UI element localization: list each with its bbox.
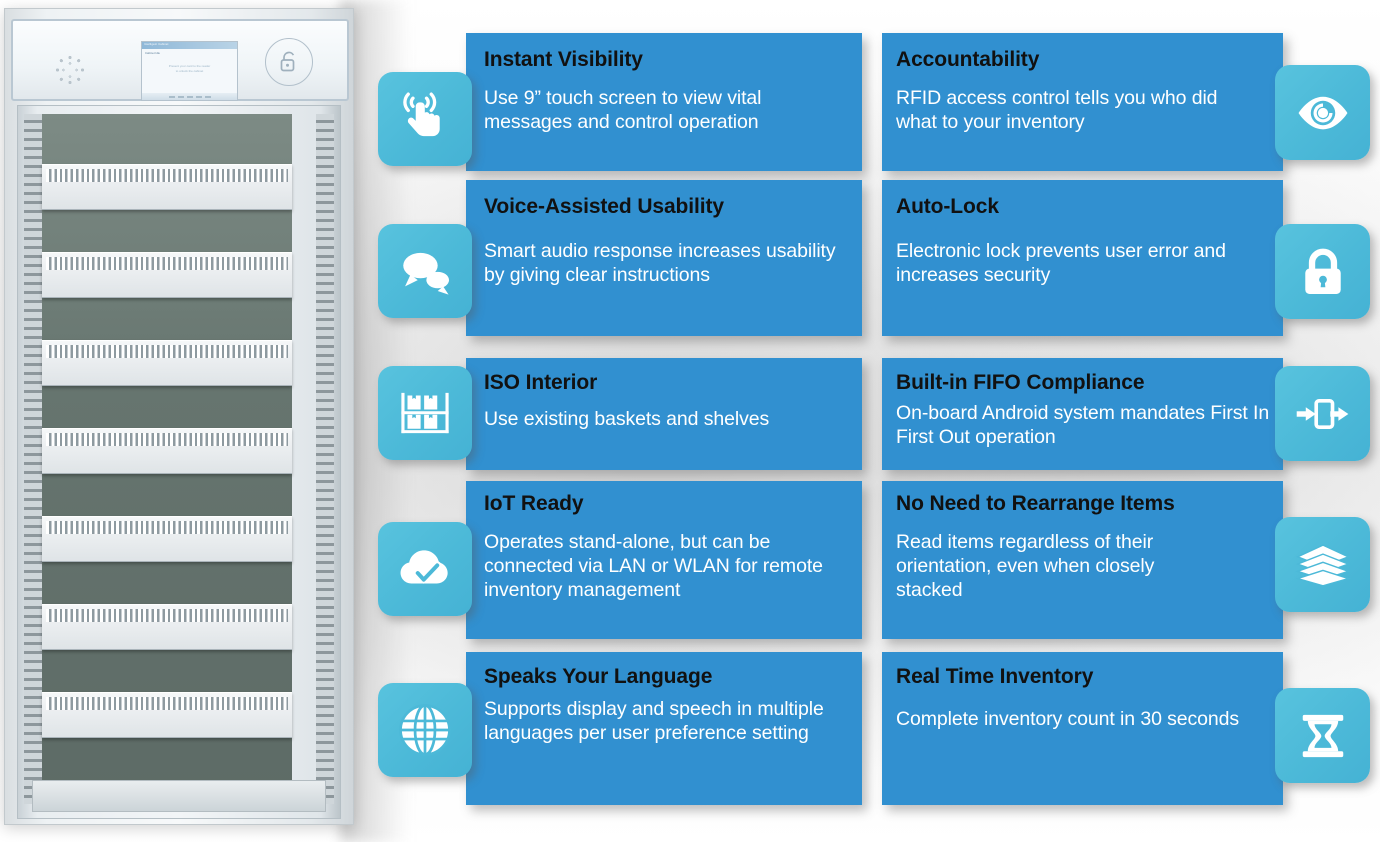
feature-title: Auto-Lock xyxy=(896,195,999,218)
feature-description: RFID access control tells you who did wh… xyxy=(896,87,1218,133)
feature-title: IoT Ready xyxy=(484,492,584,515)
screen-message: Present your card to the reader to unloc… xyxy=(142,57,237,74)
feature-title: Speaks Your Language xyxy=(484,665,713,688)
iso-basket-drawer[interactable] xyxy=(42,340,292,386)
iso-basket-drawer[interactable] xyxy=(42,164,292,210)
padlock-closed-icon xyxy=(1275,224,1370,319)
cloud-check-icon xyxy=(378,522,472,616)
feature-description: Operates stand-alone, but can be connect… xyxy=(484,531,823,601)
cabinet-control-panel: Intelligent Cabinet Cabinet Idle Present… xyxy=(11,19,349,101)
iso-basket-drawer[interactable] xyxy=(42,428,292,474)
touch-screen-rfid-icon xyxy=(378,72,472,166)
feature-card-iot-ready[interactable]: IoT Ready Operates stand-alone, but can … xyxy=(466,481,862,639)
feature-description: Supports display and speech in multiple … xyxy=(484,698,824,744)
feature-card-iso-interior[interactable]: ISO Interior Use existing baskets and sh… xyxy=(466,358,862,470)
fifo-arrows-icon xyxy=(1275,366,1370,461)
feature-description: Electronic lock prevents user error and … xyxy=(896,240,1226,286)
unlock-padlock-icon[interactable] xyxy=(265,38,313,86)
cabinet-base xyxy=(32,780,326,812)
feature-description: Use 9” touch screen to view vital messag… xyxy=(484,87,762,133)
hourglass-icon xyxy=(1275,688,1370,783)
screen-status-left: Intelligent Cabinet xyxy=(144,43,169,46)
feature-title: Voice-Assisted Usability xyxy=(484,195,724,218)
feature-card-speaks-your-language[interactable]: Speaks Your Language Supports display an… xyxy=(466,652,862,805)
cabinet-interior-frame xyxy=(17,105,341,819)
cabinet-body: Intelligent Cabinet Cabinet Idle Present… xyxy=(4,8,354,825)
globe-icon xyxy=(378,683,472,777)
iso-basket-drawer[interactable] xyxy=(42,252,292,298)
screen-footer-buttons[interactable] xyxy=(142,93,237,100)
feature-description: Complete inventory count in 30 seconds xyxy=(896,708,1240,730)
touch-screen-display[interactable]: Intelligent Cabinet Cabinet Idle Present… xyxy=(141,41,238,101)
speech-bubbles-icon xyxy=(378,224,472,318)
feature-title: No Need to Rearrange Items xyxy=(896,492,1175,515)
shelf-rail-left xyxy=(24,114,42,804)
iso-basket-drawer[interactable] xyxy=(42,604,292,650)
stacked-sheets-icon xyxy=(1275,517,1370,612)
feature-description: Smart audio response increases usability… xyxy=(484,240,836,286)
screen-status-bar: Intelligent Cabinet xyxy=(142,42,237,49)
iso-basket-drawer[interactable] xyxy=(42,692,292,738)
feature-title: Real Time Inventory xyxy=(896,665,1094,688)
feature-card-no-need-to-rearrange-items[interactable]: No Need to Rearrange Items Read items re… xyxy=(882,481,1283,639)
eye-icon xyxy=(1275,65,1370,160)
feature-title: Accountability xyxy=(896,48,1040,71)
feature-card-built-in-fifo-compliance[interactable]: Built-in FIFO Compliance On-board Androi… xyxy=(882,358,1283,470)
feature-title: ISO Interior xyxy=(484,371,598,394)
product-image: Intelligent Cabinet Cabinet Idle Present… xyxy=(0,0,410,842)
feature-description: Use existing baskets and shelves xyxy=(484,408,770,430)
feature-title: Built-in FIFO Compliance xyxy=(896,371,1145,394)
feature-card-instant-visibility[interactable]: Instant Visibility Use 9” touch screen t… xyxy=(466,33,862,171)
speaker-grille-icon xyxy=(55,55,85,85)
screen-message-line-2: to unlock the cabinet xyxy=(175,69,204,73)
feature-card-voice-assisted-usability[interactable]: Voice-Assisted Usability Smart audio res… xyxy=(466,180,862,336)
iso-basket-drawer[interactable] xyxy=(42,516,292,562)
screen-subtitle: Cabinet Idle xyxy=(145,51,160,55)
shelf-rail-right xyxy=(316,114,334,804)
shelf-with-boxes-icon xyxy=(378,366,472,460)
feature-card-real-time-inventory[interactable]: Real Time Inventory Complete inventory c… xyxy=(882,652,1283,805)
feature-title: Instant Visibility xyxy=(484,48,643,71)
feature-description: On-board Android system mandates First I… xyxy=(896,402,1270,448)
feature-card-auto-lock[interactable]: Auto-Lock Electronic lock prevents user … xyxy=(882,180,1283,336)
feature-card-accountability[interactable]: Accountability RFID access control tells… xyxy=(882,33,1283,171)
feature-description: Read items regardless of their orientati… xyxy=(896,531,1155,601)
